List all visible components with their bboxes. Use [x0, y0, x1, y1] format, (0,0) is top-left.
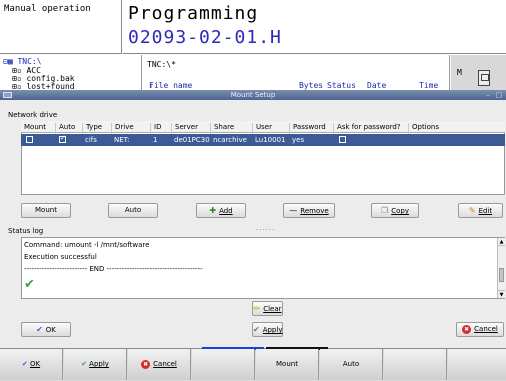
apply-check-icon: ✔	[81, 360, 87, 368]
clear-button[interactable]: ✏ Clear	[252, 301, 283, 316]
plus-icon: ✚	[209, 206, 217, 215]
minus-icon: —	[289, 206, 298, 215]
col-bytes: Bytes	[299, 81, 324, 90]
softkey-auto[interactable]: Auto	[320, 349, 383, 380]
row-type: cifs	[85, 136, 97, 144]
program-file-name: 02093-02-01.H	[128, 27, 282, 48]
edit-button[interactable]: ✎ Edit	[458, 203, 503, 218]
apply-button[interactable]: ✔ Apply	[252, 322, 283, 337]
dialog-title-bar[interactable]: Mount Setup – □	[0, 90, 506, 100]
log-scrollbar[interactable]: ▲ ▼	[497, 238, 505, 298]
table-row[interactable]: cifs NET: 1 de01PC30 ncarchive Lu10001 y…	[21, 134, 505, 146]
check-icon: ✔	[24, 277, 35, 292]
machine-icon[interactable]	[478, 70, 490, 86]
row-drive: NET:	[114, 136, 130, 144]
row-user: Lu10001	[255, 136, 286, 144]
copy-icon: ❐	[381, 206, 389, 215]
log-line: Execution successful	[24, 253, 97, 261]
scroll-up-icon[interactable]: ▲	[498, 238, 505, 246]
cancel-icon: ✖	[462, 324, 472, 334]
program-panel: Programming 02093-02-01.H	[123, 0, 506, 54]
col-status: Status	[327, 81, 356, 90]
directory-tree[interactable]: ⊟▩ TNC:\ ⊞▫ ACC ⊞▫ config.bak ⊞▫ lost+fo…	[0, 55, 142, 91]
side-softkey-panel: M	[451, 55, 506, 90]
operation-mode-panel: Manual operation	[0, 0, 122, 54]
ok-icon: ✔	[36, 325, 43, 334]
softkey-ok[interactable]: ✔ OK	[0, 349, 63, 380]
side-mode-label: M	[457, 68, 462, 77]
log-line: ------------------------- END ----------…	[24, 265, 203, 273]
softkey-mount[interactable]: Mount	[256, 349, 319, 380]
auto-button[interactable]: Auto	[108, 203, 158, 218]
ok-icon: ✔	[21, 360, 28, 368]
softkey-cancel[interactable]: ✖ Cancel	[128, 349, 191, 380]
cancel-button[interactable]: ✖ Cancel	[456, 322, 504, 337]
program-mode-title: Programming	[128, 3, 259, 24]
broom-icon: ✏	[253, 304, 261, 313]
remove-button[interactable]: — Remove	[283, 203, 335, 218]
scroll-thumb[interactable]	[499, 268, 504, 282]
operation-mode-label: Manual operation	[4, 4, 91, 14]
row-server: de01PC30	[174, 136, 210, 144]
softkey-empty[interactable]	[192, 349, 255, 380]
drive-icon: ⊟▩	[3, 57, 18, 66]
copy-button[interactable]: ❐ Copy	[371, 203, 419, 218]
maximize-icon[interactable]: □	[495, 91, 503, 99]
col-time: Time	[419, 81, 439, 90]
apply-check-icon: ✔	[253, 325, 260, 334]
softkey-empty[interactable]	[448, 349, 506, 380]
edit-icon: ✎	[468, 206, 476, 215]
auto-checkbox[interactable]	[59, 134, 66, 143]
log-line: Command: umount -l /mnt/software	[24, 241, 150, 249]
cancel-icon: ✖	[141, 359, 151, 369]
pane-splitter[interactable]: ......	[256, 224, 275, 232]
ok-button[interactable]: ✔ OK	[21, 322, 71, 337]
tree-item-root[interactable]: ⊟▩ TNC:\	[3, 57, 42, 66]
window-menu-icon[interactable]	[3, 92, 12, 98]
row-id: 1	[153, 136, 158, 144]
col-date: Date	[367, 81, 387, 90]
mount-button[interactable]: Mount	[21, 203, 71, 218]
ask-password-checkbox[interactable]	[339, 136, 346, 143]
minimize-icon[interactable]: –	[484, 91, 492, 99]
row-share: ncarchive	[213, 136, 247, 144]
file-list[interactable]: TNC:\* ⇧ File name Bytes Status Date Tim…	[143, 55, 450, 90]
softkey-apply[interactable]: ✔ Apply	[64, 349, 127, 380]
scroll-down-icon[interactable]: ▼	[498, 290, 505, 298]
file-path: TNC:\*	[147, 60, 176, 69]
mount-checkbox[interactable]	[26, 136, 33, 143]
status-log-label: Status log	[8, 227, 44, 235]
network-table-header: Mount Auto Type Drive ID Server Share Us…	[21, 121, 505, 135]
row-password: yes	[292, 136, 305, 144]
add-button[interactable]: ✚ Add	[196, 203, 246, 218]
dialog-title: Mount Setup	[230, 91, 276, 99]
network-drive-label: Network drive	[8, 111, 58, 119]
softkey-empty[interactable]	[384, 349, 447, 380]
